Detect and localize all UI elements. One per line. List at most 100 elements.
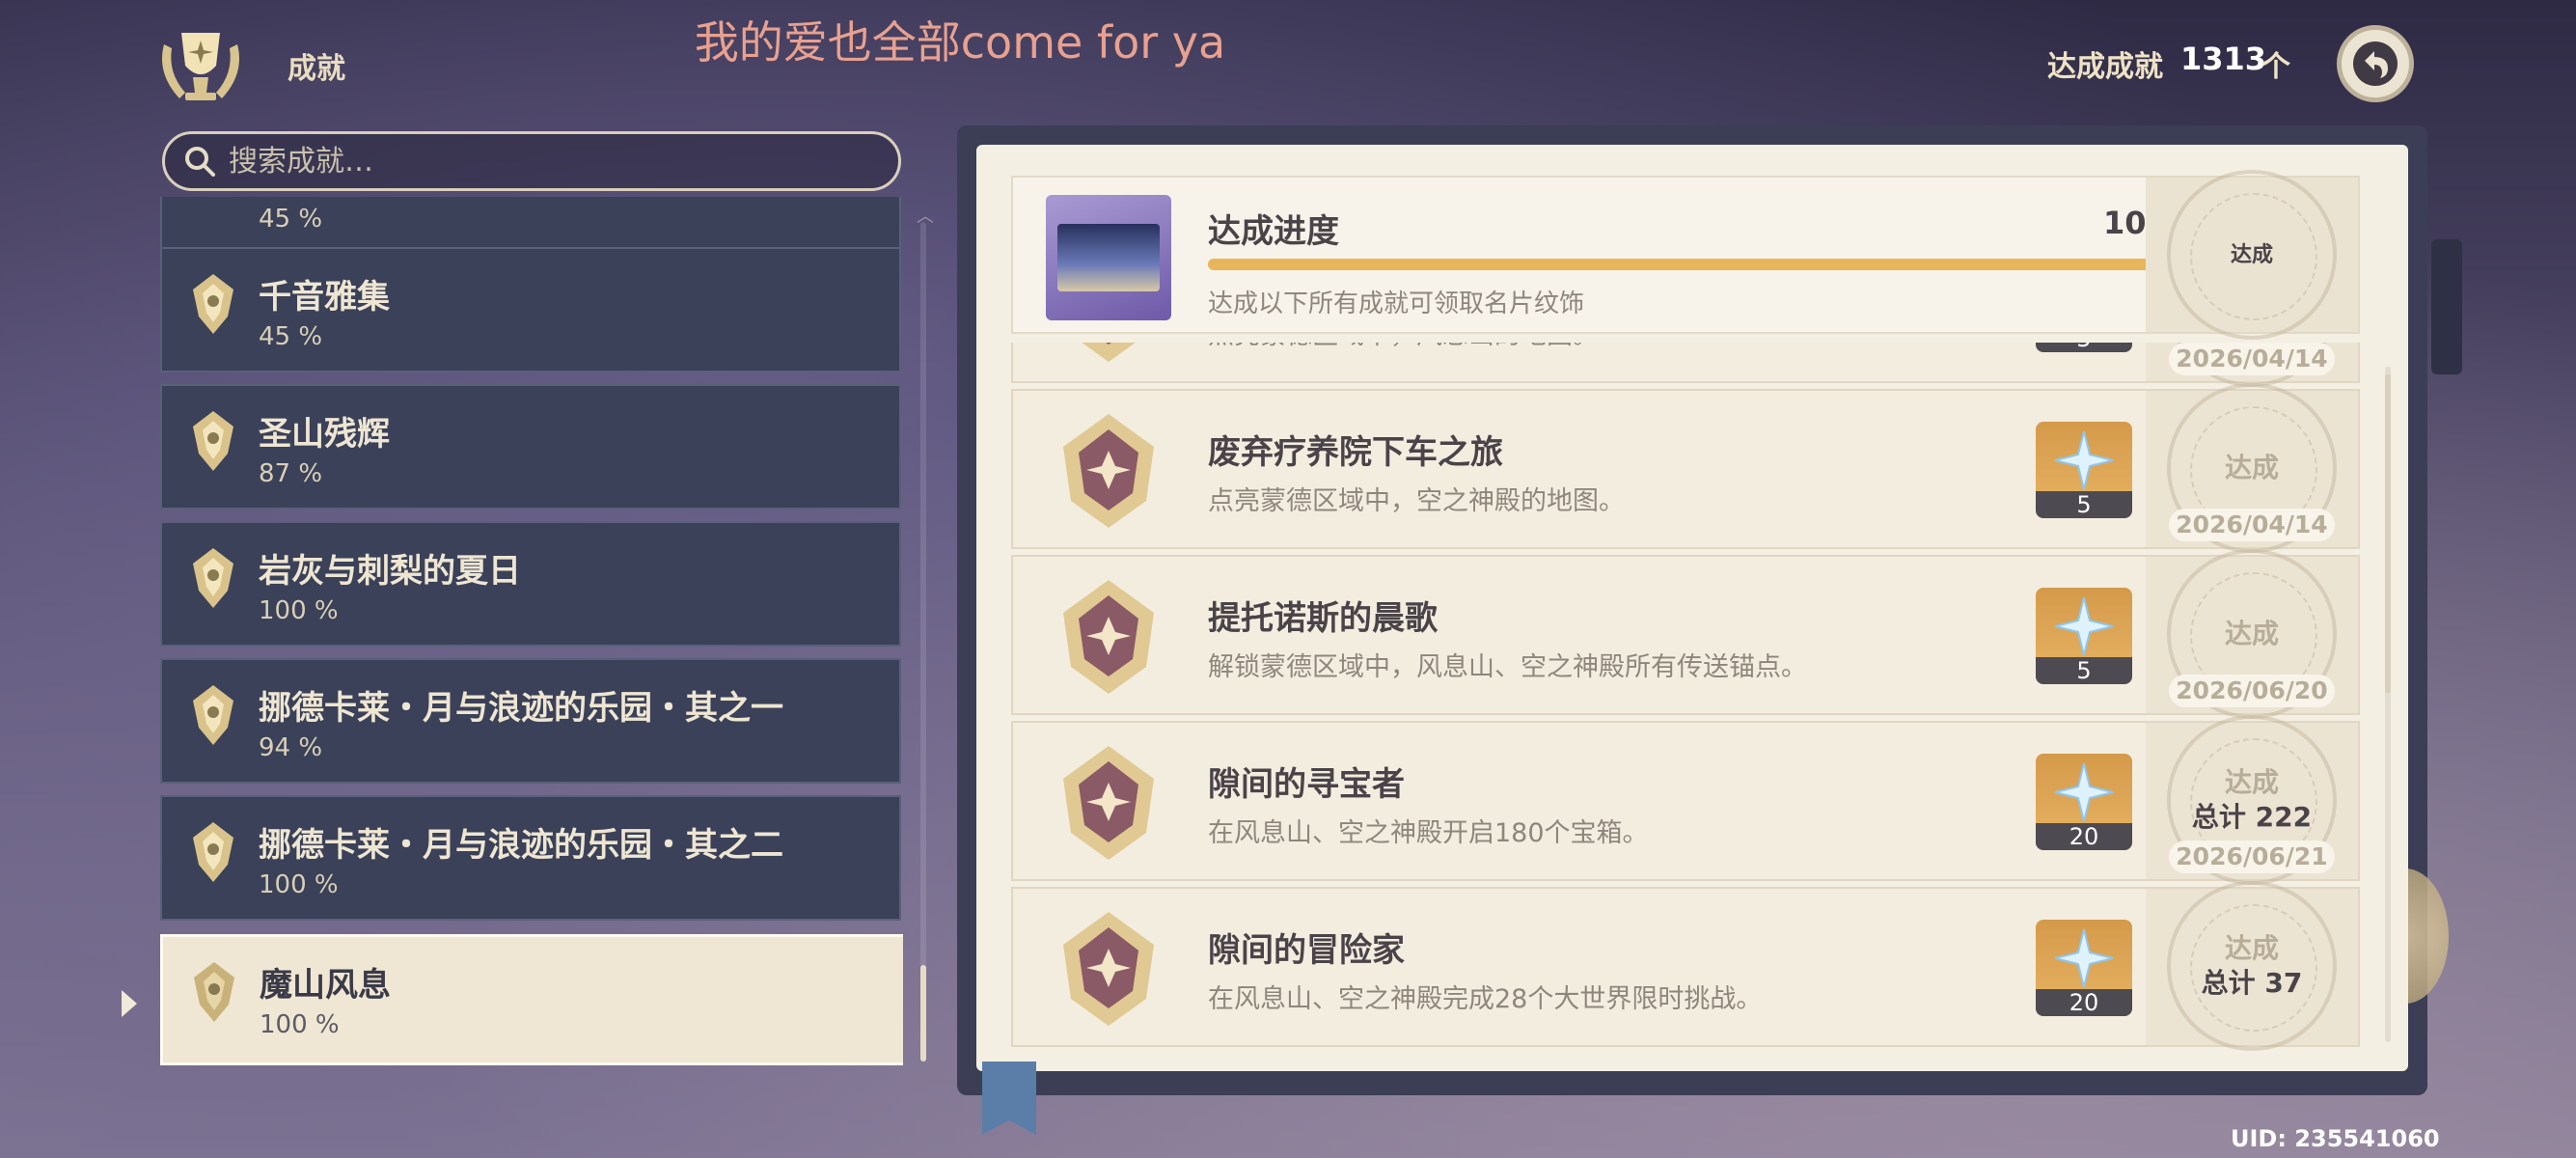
- reward-amount: 20: [2036, 989, 2132, 1016]
- primogem-icon: [2054, 596, 2114, 656]
- achievement-name: 隙间的冒险家: [1208, 931, 1405, 970]
- player-uid: UID: 235541060: [2231, 1125, 2440, 1152]
- achievement-description: 在风息山、空之神殿完成28个大世界限时挑战。: [1208, 984, 1763, 1014]
- category-item[interactable]: 挪德卡莱・月与浪迹的乐园・其之一 94 %: [160, 658, 901, 784]
- achievement-row[interactable]: 隙间的冒险家 在风息山、空之神殿完成28个大世界限时挑战。 20 达成 总计 3…: [1011, 881, 2360, 1051]
- achievement-status: 达成: [2224, 618, 2279, 649]
- achievement-total: 总计 37: [2201, 967, 2303, 999]
- achievement-status: 达成: [2224, 452, 2279, 483]
- primogem-reward: 5: [2036, 588, 2132, 684]
- achievement-row[interactable]: 点亮蒙德区域中，风息山的地图。 5 2026/04/14: [1011, 343, 2360, 387]
- achievement-total: 总计 222: [2191, 801, 2313, 833]
- achievement-status: 达成: [2224, 932, 2279, 964]
- achievement-medal-icon: [193, 274, 233, 334]
- category-percent: 45 %: [259, 322, 323, 351]
- category-percent: 45 %: [259, 205, 323, 234]
- progress-stamp: 达成: [2146, 170, 2358, 340]
- primogem-reward: 5: [2036, 343, 2132, 352]
- achievement-date: 2026/06/21: [2169, 841, 2335, 873]
- category-percent: 100 %: [259, 596, 339, 625]
- achievement-description: 点亮蒙德区域中，风息山的地图。: [1208, 343, 1599, 351]
- back-arrow-icon: [2353, 41, 2398, 86]
- bookmark-ribbon: [982, 1062, 1036, 1135]
- category-name: 挪德卡莱・月与浪迹的乐园・其之二: [259, 826, 783, 865]
- achievement-name: 提托诺斯的晨歌: [1208, 599, 1438, 638]
- achievement-badge-icon: [1063, 746, 1154, 860]
- primogem-icon: [2054, 928, 2114, 988]
- achievement-medal-icon: [193, 822, 233, 882]
- achievement-paper-panel: 达成进度 100 % 达成以下所有成就可领取名片纹饰 达成 点亮蒙德区域中，风息…: [976, 145, 2408, 1071]
- achievement-medal-icon: [193, 548, 233, 608]
- scrollbar-thumb[interactable]: [920, 965, 926, 1062]
- achievement-date: 2026/06/20: [2169, 675, 2335, 707]
- progress-description: 达成以下所有成就可领取名片纹饰: [1208, 290, 1585, 318]
- category-percent: 87 %: [259, 459, 323, 488]
- achievement-count-unit: 个: [2261, 50, 2290, 84]
- primogem-icon: [2054, 430, 2114, 490]
- search-bar[interactable]: [162, 131, 901, 191]
- reward-amount: 5: [2036, 491, 2132, 518]
- achievement-stamp: 2026/04/14: [2146, 343, 2358, 387]
- category-item[interactable]: 千音雅集 45 %: [160, 247, 901, 372]
- achievement-date: 2026/04/14: [2169, 509, 2335, 541]
- category-scrollbar[interactable]: [920, 222, 926, 1062]
- achievement-date: 2026/04/14: [2169, 343, 2335, 375]
- achievement-stamp: 达成 2026/06/20: [2146, 549, 2358, 719]
- achievement-description: 解锁蒙德区域中，风息山、空之神殿所有传送锚点。: [1208, 652, 1807, 682]
- progress-bar-fill: [1208, 259, 2217, 270]
- achievement-scrollbar[interactable]: [2385, 367, 2391, 1042]
- achievement-medal-icon: [193, 411, 233, 471]
- category-item[interactable]: 圣山残辉 87 %: [160, 384, 901, 510]
- achievement-badge-icon: [1063, 580, 1154, 694]
- achievement-name: 隙间的寻宝者: [1208, 765, 1405, 804]
- reward-amount: 5: [2036, 343, 2132, 352]
- primogem-reward: 20: [2036, 920, 2132, 1016]
- achievement-list: 点亮蒙德区域中，风息山的地图。 5 2026/04/14 废弃疗养院下车之旅 点…: [1011, 343, 2360, 1071]
- achievement-description: 在风息山、空之神殿开启180个宝箱。: [1208, 818, 1649, 848]
- achievement-row[interactable]: 废弃疗养院下车之旅 点亮蒙德区域中，空之神殿的地图。 5 达成 2026/04/…: [1011, 383, 2360, 553]
- achievement-count-value: 1313: [2180, 41, 2267, 77]
- book-side-tab: [2431, 239, 2462, 374]
- progress-title: 达成进度: [1208, 212, 1339, 251]
- reward-amount: 5: [2036, 657, 2132, 684]
- achievement-row[interactable]: 隙间的寻宝者 在风息山、空之神殿开启180个宝箱。 20 达成 总计 222 2…: [1011, 715, 2360, 885]
- category-name: 岩灰与刺梨的夏日: [259, 552, 521, 591]
- category-item[interactable]: 挪德卡莱・月与浪迹的乐园・其之二 100 %: [160, 795, 901, 921]
- lyric-overlay-text: 我的爱也全部come for ya: [694, 16, 1226, 69]
- search-input[interactable]: [227, 143, 848, 179]
- progress-stamp-label: 达成: [2230, 243, 2273, 267]
- back-button[interactable]: [2337, 25, 2414, 102]
- achievement-badge-icon: [1082, 343, 1136, 362]
- category-list: 45 % 千音雅集 45 % 圣山残辉 87 % 岩灰与刺梨的夏日 100 % …: [160, 197, 903, 1065]
- achievement-stamp: 达成 总计 222 2026/06/21: [2146, 715, 2358, 885]
- category-name: 圣山残辉: [259, 415, 390, 454]
- achievement-badge-icon: [1063, 912, 1154, 1026]
- achievement-row[interactable]: 提托诺斯的晨歌 解锁蒙德区域中，风息山、空之神殿所有传送锚点。 5 达成 202…: [1011, 549, 2360, 719]
- namecard-preview[interactable]: [1046, 195, 1171, 320]
- selected-indicator-icon: [122, 990, 137, 1017]
- achievement-medal-icon: [193, 685, 233, 745]
- category-percent: 100 %: [260, 1010, 340, 1039]
- achievement-status: 达成: [2224, 766, 2279, 798]
- achievement-stamp: 达成 2026/04/14: [2146, 383, 2358, 553]
- category-item[interactable]: 45 %: [160, 197, 901, 255]
- primogem-icon: [2054, 762, 2114, 822]
- progress-bar: [1208, 259, 2217, 270]
- achievement-medal-icon: [194, 962, 234, 1022]
- category-percent: 94 %: [259, 733, 323, 762]
- achievement-stamp: 达成 总计 37: [2146, 881, 2358, 1051]
- category-item[interactable]: 岩灰与刺梨的夏日 100 %: [160, 521, 901, 647]
- achievement-description: 点亮蒙德区域中，空之神殿的地图。: [1208, 486, 1625, 516]
- primogem-reward: 5: [2036, 422, 2132, 518]
- scrollbar-thumb[interactable]: [2385, 374, 2391, 693]
- progress-card: 达成进度 100 % 达成以下所有成就可领取名片纹饰 达成: [1011, 170, 2360, 340]
- category-name: 魔山风息: [260, 966, 391, 1005]
- category-percent: 100 %: [259, 870, 339, 899]
- category-name: 挪德卡莱・月与浪迹的乐园・其之一: [259, 689, 783, 728]
- category-name: 千音雅集: [259, 278, 390, 317]
- primogem-reward: 20: [2036, 754, 2132, 850]
- achievement-name: 废弃疗养院下车之旅: [1208, 433, 1503, 472]
- category-item-selected[interactable]: 魔山风息 100 %: [160, 934, 903, 1065]
- search-icon: [185, 147, 215, 177]
- achievement-count-label: 达成成就: [2047, 50, 2163, 84]
